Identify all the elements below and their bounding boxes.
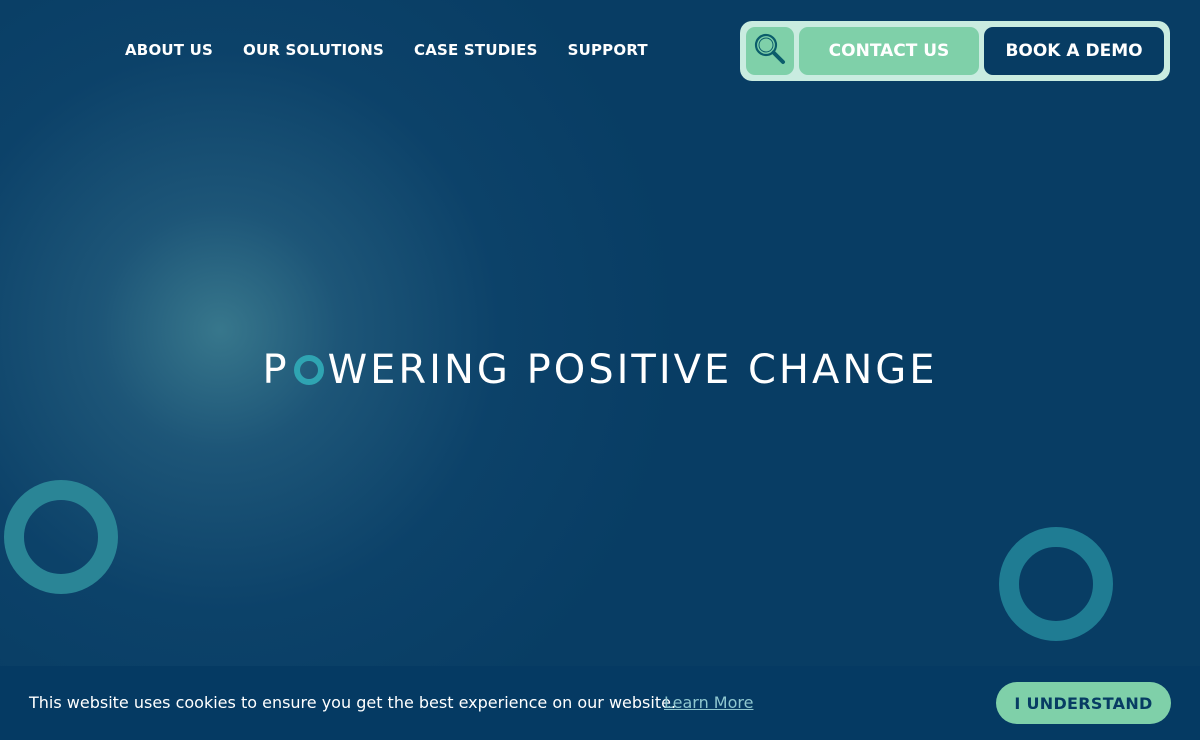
ring-o-icon bbox=[293, 355, 324, 385]
decorative-ring-left bbox=[4, 480, 118, 594]
cookie-learn-more-link[interactable]: Learn More bbox=[664, 691, 753, 715]
nav-item-our-solutions[interactable]: OUR SOLUTIONS bbox=[243, 38, 384, 62]
nav-item-case-studies[interactable]: CASE STUDIES bbox=[414, 38, 538, 62]
headline-letter-p: P bbox=[262, 347, 290, 393]
search-icon bbox=[752, 31, 788, 71]
search-button[interactable] bbox=[746, 27, 794, 75]
nav-item-about-us[interactable]: ABOUT US bbox=[125, 38, 213, 62]
cookie-accept-button[interactable]: I UNDERSTAND bbox=[996, 682, 1171, 724]
book-demo-button[interactable]: BOOK A DEMO bbox=[984, 27, 1164, 75]
cookie-message: This website uses cookies to ensure you … bbox=[29, 693, 677, 712]
cookie-banner: This website uses cookies to ensure you … bbox=[0, 666, 1200, 740]
decorative-ring-right bbox=[999, 527, 1113, 641]
nav-item-support[interactable]: SUPPORT bbox=[568, 38, 648, 62]
header-action-group: CONTACT US BOOK A DEMO bbox=[740, 21, 1170, 81]
headline-tail: POSITIVE CHANGE bbox=[526, 347, 938, 393]
main-nav: ABOUT US OUR SOLUTIONS CASE STUDIES SUPP… bbox=[125, 38, 648, 62]
contact-us-button[interactable]: CONTACT US bbox=[799, 27, 979, 75]
hero-headline: P WERING POSITIVE CHANGE bbox=[0, 342, 1200, 398]
hero-section: ABOUT US OUR SOLUTIONS CASE STUDIES SUPP… bbox=[0, 0, 1200, 740]
headline-word-rest: WERING bbox=[327, 347, 511, 393]
